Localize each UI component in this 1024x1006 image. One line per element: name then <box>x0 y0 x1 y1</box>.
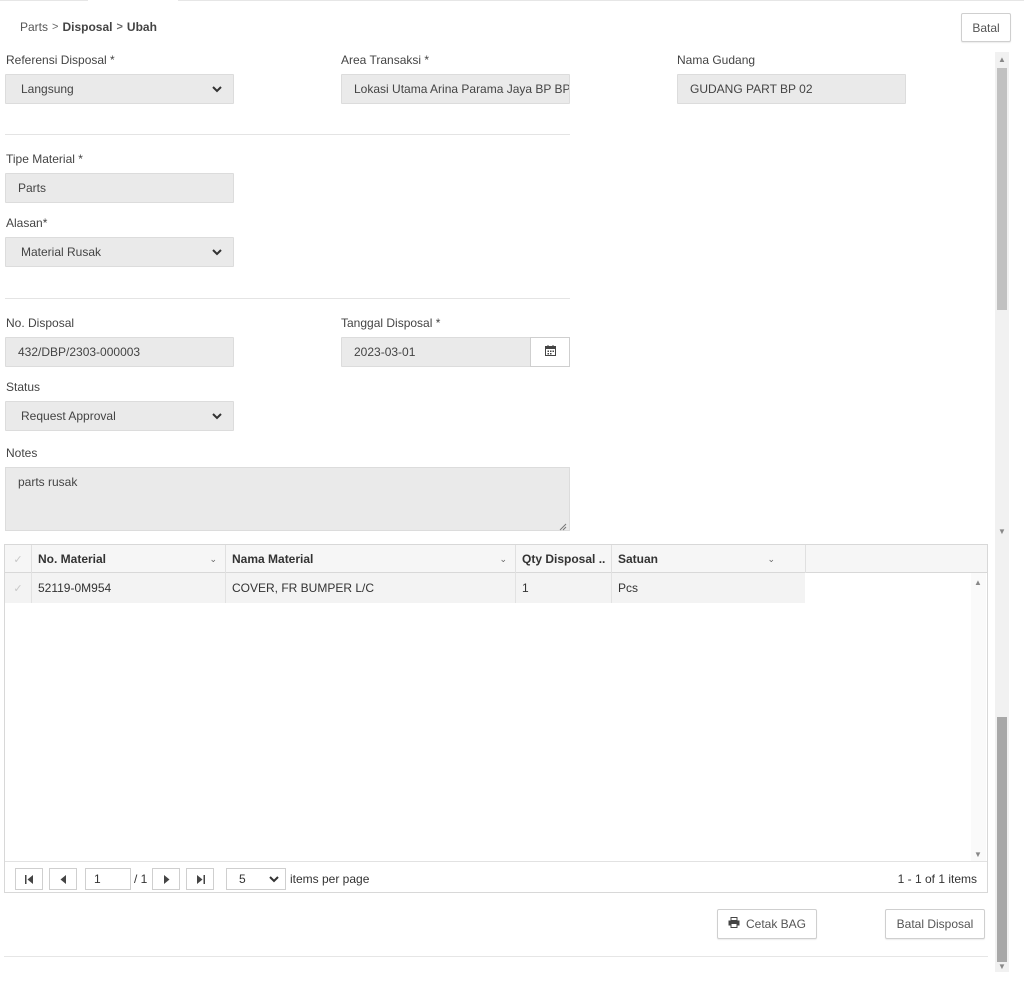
check-icon: ✓ <box>13 553 23 566</box>
breadcrumb-separator: > <box>52 21 59 33</box>
grid-pager: 1 / 1 5 items per page 1 - 1 of 1 items <box>5 861 987 892</box>
scroll-thumb[interactable] <box>997 717 1007 962</box>
notes-label: Notes <box>6 446 38 460</box>
column-header-nama-material[interactable]: Nama Material ⌄ <box>226 545 516 573</box>
table-row[interactable]: ✓ 52119-0M954 COVER, FR BUMPER L/C 1 Pcs <box>5 573 805 603</box>
status-label: Status <box>6 380 41 394</box>
grid-scrollbar[interactable]: ▲ ▼ <box>971 573 986 861</box>
breadcrumb-disposal[interactable]: Disposal <box>62 20 112 34</box>
last-page-icon <box>196 874 205 884</box>
notes-value: parts rusak <box>18 475 78 489</box>
notes-textarea[interactable]: parts rusak <box>5 467 570 531</box>
tipe-field: Parts <box>5 173 234 203</box>
gudang-label: Nama Gudang <box>677 53 756 67</box>
first-page-button[interactable] <box>15 868 43 890</box>
referensi-label: Referensi Disposal * <box>6 53 115 67</box>
chevron-down-icon <box>211 83 223 95</box>
breadcrumb: Parts > Disposal > Ubah <box>20 20 157 34</box>
section-divider <box>5 134 570 135</box>
next-page-button[interactable] <box>152 868 180 890</box>
next-page-icon <box>163 874 169 884</box>
scroll-up-icon[interactable]: ▲ <box>974 579 982 587</box>
column-label: Satuan <box>618 552 659 566</box>
tipe-label: Tipe Material * <box>6 152 83 166</box>
referensi-value: Langsung <box>21 82 74 96</box>
tanggal-field: 2023-03-01 <box>341 337 531 367</box>
scroll-up-icon[interactable]: ▲ <box>998 56 1006 64</box>
section-divider <box>5 298 570 299</box>
tanggal-label: Tanggal Disposal * <box>341 316 441 330</box>
column-label: No. Material <box>38 552 107 566</box>
prev-page-button[interactable] <box>49 868 77 890</box>
chevron-down-icon[interactable]: ⌄ <box>767 554 775 565</box>
status-value: Request Approval <box>21 409 116 423</box>
chevron-down-icon[interactable]: ⌄ <box>209 554 217 565</box>
bottom-divider <box>4 956 988 957</box>
cell-nama-material: COVER, FR BUMPER L/C <box>226 573 516 603</box>
cancel-button[interactable]: Batal <box>961 13 1011 42</box>
page-size-select[interactable]: 5 <box>226 868 286 890</box>
area-label: Area Transaksi * <box>341 53 430 67</box>
pager-summary: 1 - 1 of 1 items <box>897 872 977 886</box>
column-label: Nama Material <box>232 552 314 566</box>
select-all-checkbox[interactable]: ✓ <box>5 545 32 573</box>
cetak-bag-button[interactable]: Cetak BAG <box>717 909 817 939</box>
cell-no-material: 52119-0M954 <box>32 573 226 603</box>
alasan-label: Alasan* <box>6 216 48 230</box>
row-checkbox[interactable]: ✓ <box>5 573 32 603</box>
scroll-down-icon[interactable]: ▼ <box>998 963 1006 971</box>
items-per-page-label: items per page <box>290 872 370 886</box>
column-header-satuan[interactable]: Satuan ⌄ <box>612 545 806 573</box>
first-page-icon <box>24 874 33 884</box>
referensi-select[interactable]: Langsung <box>5 74 234 104</box>
printer-icon <box>728 917 740 931</box>
cell-satuan: Pcs <box>618 581 639 595</box>
no-disposal-field: 432/DBP/2303-000003 <box>5 337 234 367</box>
page-number-input[interactable]: 1 <box>85 868 131 890</box>
scroll-thumb[interactable] <box>997 68 1007 310</box>
cetak-bag-label: Cetak BAG <box>745 917 807 931</box>
chevron-down-icon[interactable]: ⌄ <box>499 554 507 565</box>
calendar-button[interactable] <box>530 337 570 367</box>
page-scrollbar[interactable]: ▲ ▼ ▼ <box>995 52 1009 972</box>
calendar-icon <box>544 345 556 359</box>
grid-header: ✓ No. Material ⌄ Nama Material ⌄ Qty Dis… <box>5 545 987 573</box>
top-border <box>0 0 1024 1</box>
prev-page-icon <box>60 874 66 884</box>
area-field: Lokasi Utama Arina Parama Jaya BP BP <box>341 74 570 104</box>
material-grid: ✓ No. Material ⌄ Nama Material ⌄ Qty Dis… <box>4 544 988 893</box>
breadcrumb-edit: Ubah <box>126 20 157 34</box>
alasan-select[interactable]: Material Rusak <box>5 237 234 267</box>
last-page-button[interactable] <box>186 868 214 890</box>
scroll-down-icon[interactable]: ▼ <box>998 528 1006 536</box>
check-icon: ✓ <box>13 582 23 595</box>
batal-disposal-button[interactable]: Batal Disposal <box>885 909 985 939</box>
column-header-no-material[interactable]: No. Material ⌄ <box>32 545 226 573</box>
cell-qty: 1 <box>516 573 612 603</box>
no-disposal-label: No. Disposal <box>6 316 75 330</box>
chevron-down-icon <box>211 246 223 258</box>
page-size-value: 5 <box>239 872 246 886</box>
column-label: Qty Disposal .. <box>522 552 606 566</box>
breadcrumb-separator: > <box>116 21 123 33</box>
chevron-down-icon <box>269 872 279 886</box>
breadcrumb-parts[interactable]: Parts <box>20 20 48 34</box>
scroll-down-icon[interactable]: ▼ <box>974 851 982 859</box>
gudang-field: GUDANG PART BP 02 <box>677 74 906 104</box>
chevron-down-icon <box>211 410 223 422</box>
column-header-qty-disposal[interactable]: Qty Disposal .. <box>516 545 612 573</box>
alasan-value: Material Rusak <box>21 245 102 259</box>
page-count-text: / 1 <box>134 872 148 886</box>
resize-handle-icon[interactable] <box>559 520 567 531</box>
status-select[interactable]: Request Approval <box>5 401 234 431</box>
